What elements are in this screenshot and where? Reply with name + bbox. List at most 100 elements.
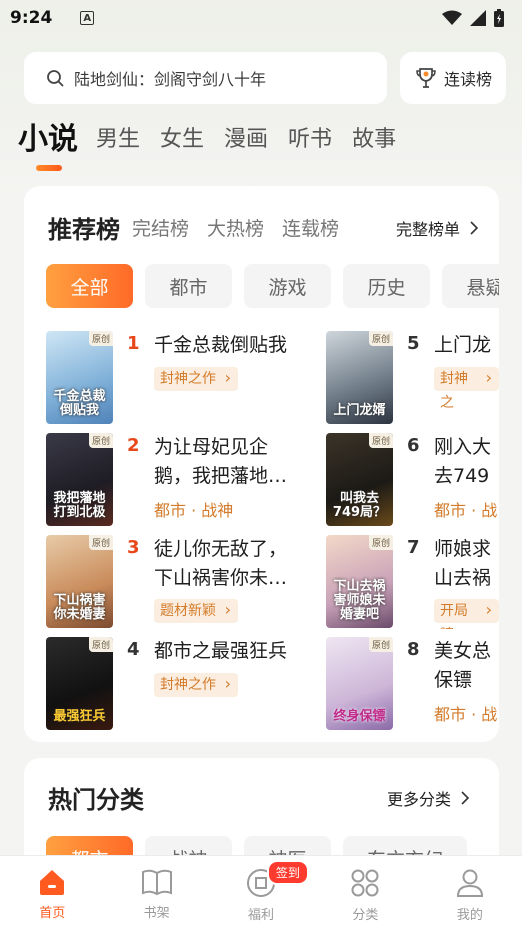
tab-serial-rank[interactable]: 连载榜 bbox=[282, 214, 339, 241]
book-genre: 都市 · 战 bbox=[434, 501, 498, 520]
book-title: 美女总保镖 bbox=[434, 640, 492, 691]
rank-number: 5 bbox=[407, 333, 420, 354]
nav-label: 分类 bbox=[352, 908, 379, 923]
more-categories-link[interactable]: 更多分类 bbox=[387, 786, 469, 810]
bottom-navigation: 首页 书架 签到 福利 分类 我的 bbox=[0, 855, 522, 929]
cover-title: 我把藩地打到北极 bbox=[53, 491, 106, 520]
full-ranking-link[interactable]: 完整榜单 bbox=[396, 216, 478, 240]
nav-bookshelf[interactable]: 书架 bbox=[104, 856, 208, 929]
book-title: 徒儿你无敌了，下山祸害你未… bbox=[154, 538, 288, 589]
nav-label: 我的 bbox=[456, 908, 483, 923]
book-item-3[interactable]: 原创 下山祸害你未婚妻 3 徒儿你无敌了，下山祸害你未… 题材新颖 bbox=[46, 535, 306, 629]
book-item-7[interactable]: 原创 下山去祸害师娘未婚妻吧 7 师娘求山去祸 开局精 bbox=[326, 535, 499, 629]
nav-home[interactable]: 首页 bbox=[0, 856, 104, 929]
cover-title: 最强狂兵 bbox=[53, 709, 106, 724]
tab-male[interactable]: 男生 bbox=[96, 118, 140, 162]
cover-original-tag: 原创 bbox=[368, 535, 393, 550]
search-placeholder: 陆地剑仙：剑阁守剑八十年 bbox=[74, 70, 267, 89]
chip-urban[interactable]: 都市 bbox=[145, 264, 232, 308]
tab-recommend-rank[interactable]: 推荐榜 bbox=[48, 210, 120, 245]
status-icons bbox=[442, 9, 504, 27]
book-cover: 原创 千金总裁倒贴我 bbox=[46, 331, 113, 424]
cover-original-tag: 原创 bbox=[368, 433, 393, 448]
rank-number: 4 bbox=[127, 639, 140, 660]
book-title: 刚入大去749 bbox=[434, 436, 492, 487]
cover-original-tag: 原创 bbox=[88, 637, 113, 652]
cover-title: 下山祸害你未婚妻 bbox=[53, 593, 106, 622]
book-title: 上门龙 bbox=[434, 334, 492, 356]
search-bar[interactable]: 陆地剑仙：剑阁守剑八十年 bbox=[24, 52, 387, 104]
chip-all[interactable]: 全部 bbox=[46, 264, 133, 308]
nav-category[interactable]: 分类 bbox=[313, 856, 417, 929]
tab-novel[interactable]: 小说 bbox=[18, 118, 78, 162]
tab-hot-rank[interactable]: 大热榜 bbox=[207, 214, 264, 241]
book-item-8[interactable]: 原创 终身保镖 8 美女总保镖 都市 · 战 bbox=[326, 637, 499, 731]
book-title: 千金总裁倒贴我 bbox=[154, 334, 288, 356]
rank-number: 8 bbox=[407, 639, 420, 660]
book-cover: 原创 下山去祸害师娘未婚妻吧 bbox=[326, 535, 393, 628]
rank-number: 1 bbox=[127, 333, 140, 354]
tab-finished-rank[interactable]: 完结榜 bbox=[132, 214, 189, 241]
trophy-icon bbox=[416, 68, 436, 88]
book-item-5[interactable]: 原创 上门龙婿 5 上门龙 封神之 bbox=[326, 331, 499, 425]
status-bar: 9:24 A bbox=[0, 0, 522, 36]
cover-title: 上门龙婿 bbox=[333, 403, 386, 418]
cover-original-tag: 原创 bbox=[88, 331, 113, 346]
book-tag: 封神之 bbox=[434, 366, 499, 411]
tab-story[interactable]: 故事 bbox=[352, 118, 396, 162]
book-tag: 封神之作 bbox=[154, 366, 238, 391]
book-item-6[interactable]: 原创 叫我去749局？ 6 刚入大去749 都市 · 战 bbox=[326, 433, 499, 527]
rank-number: 3 bbox=[127, 537, 140, 558]
nav-welfare[interactable]: 签到 福利 bbox=[209, 856, 313, 929]
book-item-1[interactable]: 原创 千金总裁倒贴我 1 千金总裁倒贴我 封神之作 bbox=[46, 331, 306, 425]
cover-original-tag: 原创 bbox=[88, 535, 113, 550]
book-tag: 开局精 bbox=[434, 598, 499, 629]
tab-audio[interactable]: 听书 bbox=[288, 118, 332, 162]
user-icon bbox=[456, 869, 483, 897]
category-tabs: 小说 男生 女生 漫画 听书 故事 bbox=[18, 118, 416, 162]
chip-mystery[interactable]: 悬疑 bbox=[442, 264, 499, 308]
category-icon bbox=[351, 869, 379, 897]
chip-game[interactable]: 游戏 bbox=[244, 264, 331, 308]
genre-chips: 全部 都市 游戏 历史 悬疑 bbox=[46, 264, 499, 308]
nav-label: 书架 bbox=[143, 906, 170, 921]
nav-label: 福利 bbox=[248, 908, 275, 923]
cover-title: 叫我去749局？ bbox=[332, 491, 387, 520]
rank-number: 7 bbox=[407, 537, 420, 558]
cover-title: 终身保镖 bbox=[333, 709, 386, 724]
book-cover: 原创 下山祸害你未婚妻 bbox=[46, 535, 113, 628]
book-cover: 原创 上门龙婿 bbox=[326, 331, 393, 424]
nav-profile[interactable]: 我的 bbox=[418, 856, 522, 929]
cover-original-tag: 原创 bbox=[368, 331, 393, 346]
wifi-icon bbox=[442, 10, 462, 25]
signal-icon bbox=[470, 10, 486, 26]
tab-female[interactable]: 女生 bbox=[160, 118, 204, 162]
rank-number: 6 bbox=[407, 435, 420, 456]
notification-icon: A bbox=[80, 11, 95, 25]
more-categories-label: 更多分类 bbox=[386, 790, 451, 809]
chip-history[interactable]: 历史 bbox=[343, 264, 430, 308]
cover-original-tag: 原创 bbox=[368, 637, 393, 652]
reading-rank-label: 连读榜 bbox=[443, 70, 492, 89]
ranking-card: 推荐榜 完结榜 大热榜 连载榜 完整榜单 全部 都市 游戏 历史 悬疑 原创 千… bbox=[24, 186, 499, 742]
book-item-4[interactable]: 原创 最强狂兵 4 都市之最强狂兵 封神之作 bbox=[46, 637, 306, 731]
book-title: 师娘求山去祸 bbox=[434, 538, 492, 589]
book-genre: 都市 · 战神 bbox=[154, 501, 234, 520]
book-item-2[interactable]: 原创 我把藩地打到北极 2 为让母妃见企鹅，我把藩地… 都市 · 战神 bbox=[46, 433, 306, 527]
search-icon bbox=[47, 70, 64, 87]
book-cover: 原创 最强狂兵 bbox=[46, 637, 113, 730]
book-cover: 原创 我把藩地打到北极 bbox=[46, 433, 113, 526]
status-time: 9:24 bbox=[10, 8, 53, 28]
ranking-tabs: 推荐榜 完结榜 大热榜 连载榜 完整榜单 bbox=[48, 210, 478, 245]
rank-number: 2 bbox=[127, 435, 140, 456]
book-title: 为让母妃见企鹅，我把藩地… bbox=[154, 436, 288, 487]
reading-rank-button[interactable]: 连读榜 bbox=[400, 52, 506, 104]
book-cover: 原创 叫我去749局？ bbox=[326, 433, 393, 526]
book-cover: 原创 终身保镖 bbox=[326, 637, 393, 730]
home-icon bbox=[40, 870, 65, 895]
cover-title: 下山去祸害师娘未婚妻吧 bbox=[333, 579, 386, 622]
tab-comic[interactable]: 漫画 bbox=[224, 118, 268, 162]
nav-label: 首页 bbox=[39, 906, 66, 921]
book-tag: 封神之作 bbox=[154, 672, 238, 697]
section-title: 热门分类 bbox=[48, 786, 144, 814]
